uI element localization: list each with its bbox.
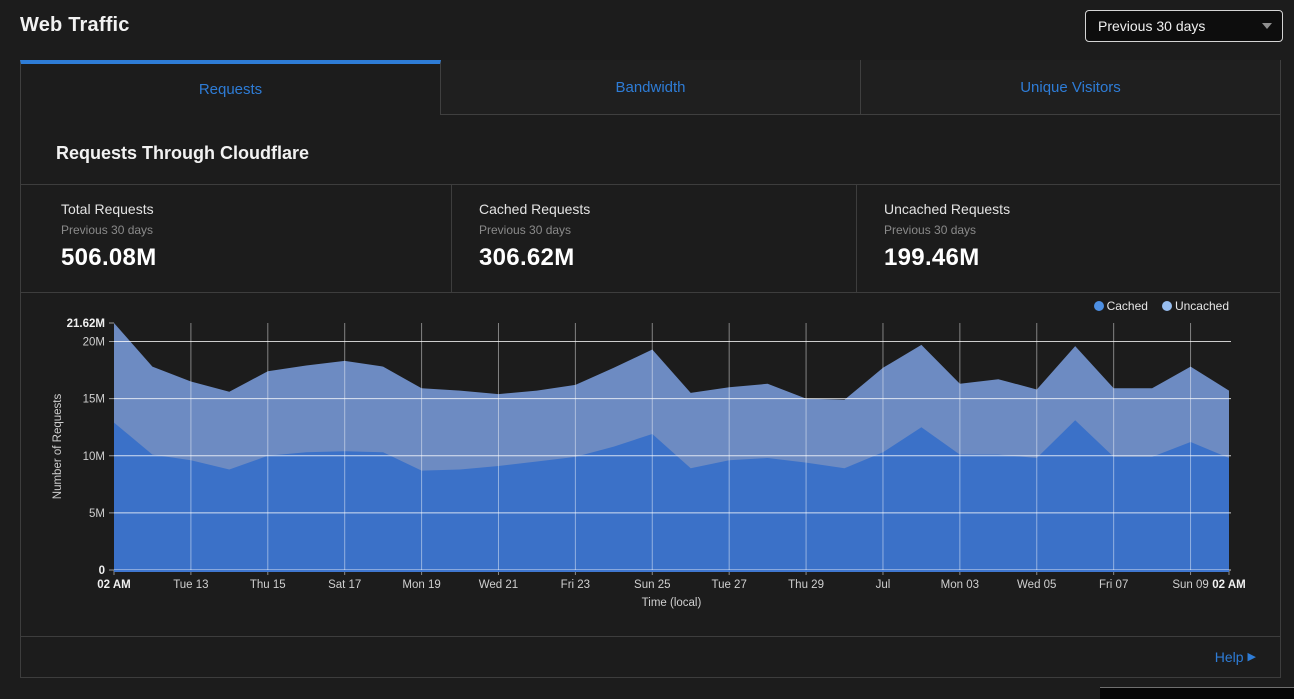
legend-label: Uncached [1175,299,1229,313]
stat-period: Previous 30 days [884,223,1260,237]
help-link-label: Help [1215,649,1244,665]
chart-legend: Cached Uncached [1094,299,1229,313]
help-link[interactable]: Help ▶ [1215,649,1256,665]
svg-text:Wed 05: Wed 05 [1017,579,1056,591]
legend-dot-icon [1094,301,1104,311]
stat-period: Previous 30 days [61,223,431,237]
svg-text:Thu 29: Thu 29 [788,579,824,591]
svg-text:20M: 20M [83,337,105,349]
tab-unique-visitors-label: Unique Visitors [1020,79,1121,96]
legend-dot-icon [1162,301,1172,311]
svg-text:Tue 27: Tue 27 [711,579,746,591]
stat-uncached-requests: Uncached Requests Previous 30 days 199.4… [856,185,1280,292]
period-selector-dropdown[interactable]: Previous 30 days [1085,10,1283,42]
chart-region: 0 5M 10M 15M 20M 21.62M 02 AM Tue 13 Thu 15 Sat 1… [21,293,1280,636]
stat-cached-requests: Cached Requests Previous 30 days 306.62M [451,185,856,292]
svg-text:21.62M: 21.62M [67,318,105,330]
stat-period: Previous 30 days [479,223,836,237]
svg-text:Number of Requests: Number of Requests [52,394,64,500]
stat-value: 506.08M [61,244,431,272]
tab-bandwidth-label: Bandwidth [615,79,685,96]
svg-text:Thu 15: Thu 15 [250,579,286,591]
legend-item-uncached[interactable]: Uncached [1162,299,1229,313]
period-selector-value: Previous 30 days [1098,18,1205,34]
stat-label: Uncached Requests [884,201,1260,217]
section-heading: Requests Through Cloudflare [21,115,1280,185]
tab-requests[interactable]: Requests [20,60,441,115]
svg-text:0: 0 [99,565,105,577]
svg-text:Fri 23: Fri 23 [561,579,590,591]
svg-text:Mon 03: Mon 03 [941,579,979,591]
svg-text:Time (local): Time (local) [642,597,702,609]
stat-label: Cached Requests [479,201,836,217]
svg-text:Sun 25: Sun 25 [634,579,670,591]
arrow-right-icon: ▶ [1248,652,1256,663]
svg-text:Sun 09: Sun 09 [1172,579,1208,591]
svg-text:Fri 07: Fri 07 [1099,579,1128,591]
chevron-down-icon [1262,23,1272,29]
svg-text:Tue 13: Tue 13 [173,579,208,591]
legend-item-cached[interactable]: Cached [1094,299,1148,313]
stat-value: 306.62M [479,244,836,272]
tab-unique-visitors[interactable]: Unique Visitors [861,60,1281,115]
stats-row: Total Requests Previous 30 days 506.08M … [21,185,1280,293]
tab-bar: Requests Bandwidth Unique Visitors [20,60,1281,115]
tab-bandwidth[interactable]: Bandwidth [441,60,861,115]
web-traffic-card: Requests Bandwidth Unique Visitors Reque… [20,60,1281,678]
svg-text:5M: 5M [89,508,105,520]
requests-area-chart[interactable]: 0 5M 10M 15M 20M 21.62M 02 AM Tue 13 Thu 15 Sat 1… [21,293,1280,636]
svg-text:Wed 21: Wed 21 [479,579,518,591]
svg-text:Jul: Jul [876,579,891,591]
card-body: Requests Through Cloudflare Total Reques… [20,115,1281,678]
legend-label: Cached [1107,299,1148,313]
stat-label: Total Requests [61,201,431,217]
svg-text:10M: 10M [83,451,105,463]
stat-value: 199.46M [884,244,1260,272]
svg-text:02 AM: 02 AM [1212,579,1245,591]
card-footer: Help ▶ [21,636,1280,677]
svg-text:Mon 19: Mon 19 [402,579,440,591]
svg-text:02 AM: 02 AM [97,579,130,591]
bottom-right-panel-edge [1100,687,1294,699]
svg-text:15M: 15M [83,394,105,406]
svg-text:Sat 17: Sat 17 [328,579,361,591]
tab-requests-label: Requests [199,81,262,98]
page-title: Web Traffic [20,14,130,37]
stat-total-requests: Total Requests Previous 30 days 506.08M [21,185,451,292]
